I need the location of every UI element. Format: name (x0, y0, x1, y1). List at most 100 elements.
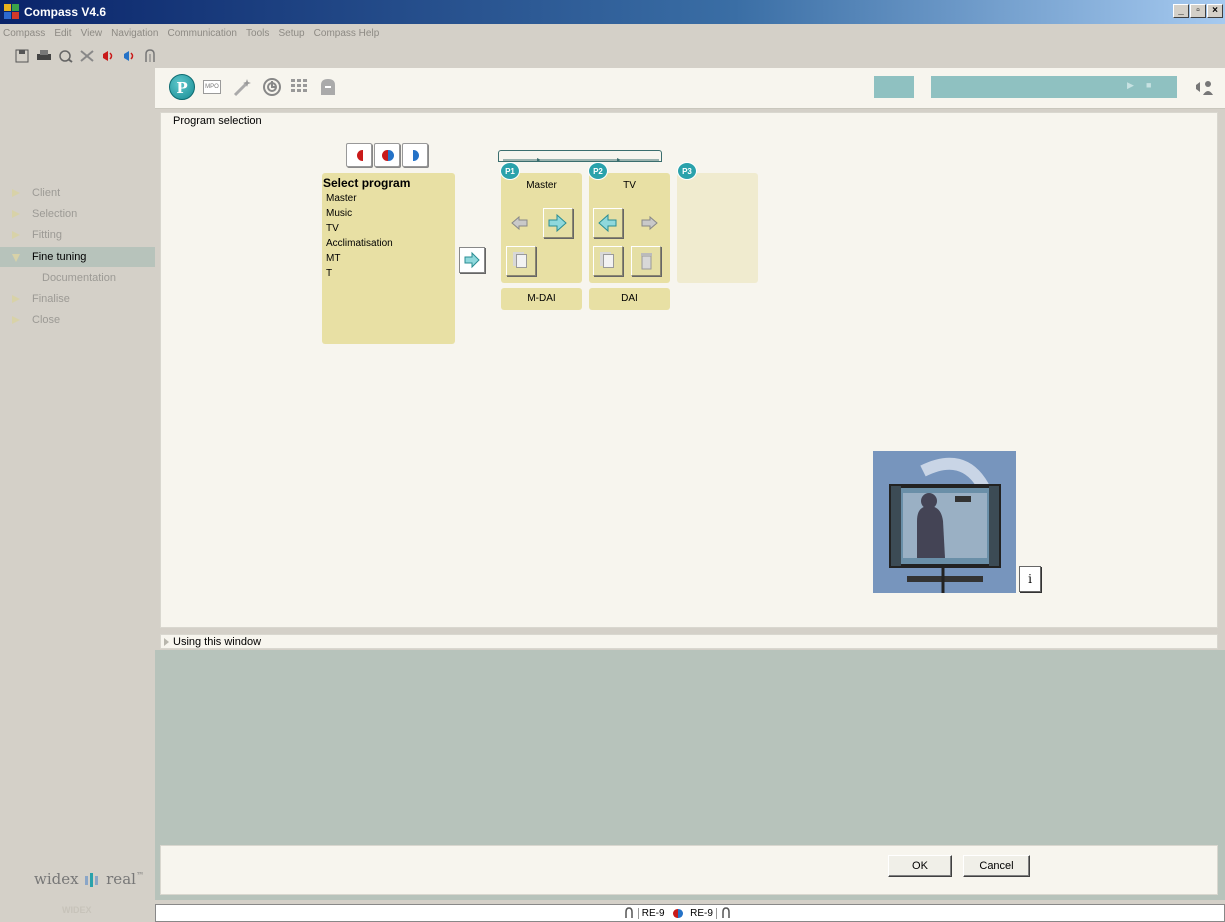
info-button[interactable]: i (1019, 566, 1041, 592)
print-preview-icon[interactable] (57, 49, 73, 65)
program-option[interactable]: TV (326, 223, 339, 234)
tool-header: P MPO ▶ ■ (155, 68, 1225, 109)
grid-icon[interactable] (290, 77, 310, 98)
menu-navigation[interactable]: Navigation (108, 26, 161, 41)
hearing-aid-right-icon (721, 907, 730, 918)
status-indicator (874, 76, 914, 98)
menu-bar: Compass Edit View Navigation Communicati… (0, 26, 1225, 44)
sidebar-item-label: Client (32, 187, 61, 199)
program-option[interactable]: T (326, 268, 332, 279)
copy-program-button[interactable] (506, 246, 536, 276)
using-this-window-label: Using this window (173, 636, 262, 648)
arrow-icon (12, 295, 20, 303)
arrow-icon (12, 210, 20, 218)
widex-real-logo: widex real™ (34, 870, 144, 888)
dai-label: M-DAI (501, 288, 582, 310)
device-status: RE-9 RE-9 (623, 907, 732, 919)
ok-button[interactable]: OK (888, 855, 952, 877)
binaural-sound-icon[interactable] (121, 49, 137, 65)
target-icon[interactable] (261, 77, 283, 100)
feedback-icon[interactable] (317, 77, 339, 100)
minimize-button[interactable]: _ (1173, 4, 1189, 18)
program-slot-p2[interactable]: TV (589, 173, 670, 283)
program-slot-p1[interactable]: Master (501, 173, 582, 283)
disconnect-icon[interactable] (79, 49, 95, 65)
navigation-sidebar: Client Selection Fitting Fine tuning Doc… (0, 68, 155, 922)
sidebar-item-close[interactable]: Close (0, 310, 155, 330)
menu-setup[interactable]: Setup (275, 26, 307, 41)
program-option[interactable]: Master (326, 193, 357, 204)
dai-label: DAI (589, 288, 670, 310)
sidebar-item-label: Selection (32, 208, 78, 220)
copy-icon (516, 254, 527, 268)
menu-compass[interactable]: Compass (0, 26, 48, 41)
sound-player-bar[interactable]: ▶ ■ (931, 76, 1177, 98)
speaker-listener-icon[interactable] (1193, 78, 1215, 101)
move-right-button[interactable] (543, 208, 573, 238)
mpo-icon[interactable]: MPO (203, 80, 221, 94)
arrow-icon (12, 189, 20, 197)
both-ears-button[interactable] (374, 143, 400, 167)
sidebar-item-finalise[interactable]: Finalise (0, 289, 155, 309)
title-bar: Compass V4.6 _ ▫ × (0, 0, 1225, 24)
menu-view[interactable]: View (78, 26, 106, 41)
menu-compass-help[interactable]: Compass Help (311, 26, 383, 41)
slot-label: Master (526, 180, 557, 191)
sidebar-item-client[interactable]: Client (0, 183, 155, 203)
magic-wand-icon[interactable] (231, 77, 253, 100)
left-ear-sound-icon[interactable] (100, 49, 116, 65)
sidebar-item-documentation[interactable]: Documentation (0, 268, 155, 288)
stop-icon[interactable]: ■ (1146, 80, 1151, 90)
copy-program-button[interactable] (593, 246, 623, 276)
print-icon[interactable] (36, 49, 52, 65)
right-ear-icon (388, 150, 394, 161)
program-slot-p3[interactable] (677, 173, 758, 283)
menu-tools[interactable]: Tools (243, 26, 272, 41)
using-this-window-expander[interactable]: Using this window (160, 634, 1218, 649)
play-icon[interactable]: ▶ (1127, 80, 1134, 91)
cancel-button[interactable]: Cancel (963, 855, 1030, 877)
delete-program-button[interactable] (631, 246, 661, 276)
right-ear-button[interactable] (402, 143, 428, 167)
menu-edit[interactable]: Edit (51, 26, 74, 41)
window-title: Compass V4.6 (24, 5, 107, 19)
sidebar-item-label: Close (32, 314, 61, 326)
sidebar-item-fine-tuning[interactable]: Fine tuning (0, 247, 155, 267)
sidebar-item-label: Documentation (42, 272, 116, 284)
select-program-list[interactable]: Select program Master Music TV Acclimati… (322, 173, 455, 344)
sidebar-item-label: Finalise (32, 293, 70, 305)
logo-text-real: real (106, 870, 136, 888)
program-option[interactable]: Music (326, 208, 352, 219)
program-option[interactable]: MT (326, 253, 340, 264)
right-ear-icon (413, 150, 419, 161)
program-icon[interactable]: P (169, 74, 195, 100)
add-program-button[interactable] (459, 247, 485, 273)
hearing-aid-icon[interactable] (142, 49, 158, 65)
move-right-icon[interactable] (639, 215, 659, 234)
right-device-label: RE-9 (690, 907, 717, 919)
left-device-label: RE-9 (637, 907, 665, 919)
program-option[interactable]: Acclimatisation (326, 238, 393, 249)
sidebar-item-label: Fitting (32, 229, 62, 241)
close-button[interactable]: × (1207, 4, 1223, 18)
save-icon[interactable] (14, 49, 30, 65)
sidebar-item-selection[interactable]: Selection (0, 204, 155, 224)
menu-communication[interactable]: Communication (165, 26, 240, 41)
logo-text: widex (34, 870, 79, 888)
restore-button[interactable]: ▫ (1190, 4, 1206, 18)
program-flow-line (498, 150, 662, 162)
widex-brand-mark: WIDEX (62, 905, 92, 915)
left-ear-icon (357, 150, 363, 161)
compass-app-icon (4, 4, 20, 20)
copy-icon (603, 254, 614, 268)
trash-icon (641, 253, 652, 270)
toolbar (0, 46, 1225, 68)
move-left-icon[interactable] (510, 215, 530, 234)
left-ear-button[interactable] (346, 143, 372, 167)
move-left-button[interactable] (593, 208, 623, 238)
program-badge: P2 (588, 162, 608, 180)
hearing-aid-left-icon (625, 907, 633, 918)
dialog-button-panel: OK Cancel (160, 845, 1218, 895)
help-content-area (155, 650, 1225, 845)
sidebar-item-fitting[interactable]: Fitting (0, 225, 155, 245)
